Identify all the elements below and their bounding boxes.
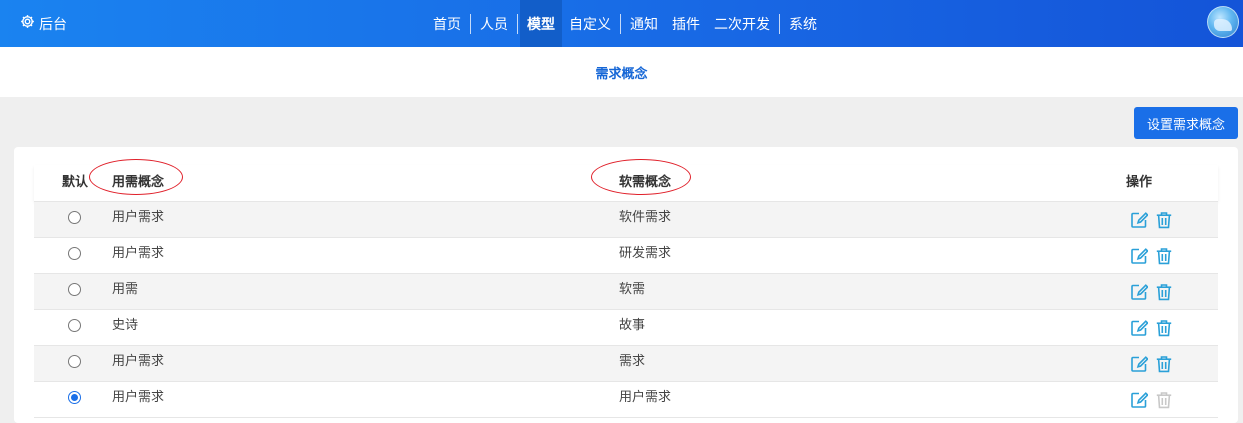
nav-item-home[interactable]: 首页: [426, 0, 468, 47]
default-radio[interactable]: [68, 211, 81, 224]
column-header-actions: 操作: [1126, 175, 1153, 190]
avatar-image: [1214, 19, 1232, 31]
brand-label: 后台: [39, 16, 67, 33]
nav-item-system[interactable]: 系统: [782, 0, 824, 47]
table-row: 用户需求 软件需求: [34, 201, 1218, 237]
nav-item-secondary-dev[interactable]: 二次开发: [707, 0, 777, 47]
user-concept-cell: 用户需求: [112, 246, 165, 261]
brand-link[interactable]: 后台: [20, 0, 67, 47]
gear-icon: [20, 14, 35, 33]
edit-icon[interactable]: [1130, 355, 1149, 373]
default-radio[interactable]: [68, 283, 81, 296]
nav-item-people[interactable]: 人员: [473, 0, 515, 47]
software-concept-cell: 软需: [619, 282, 646, 297]
default-radio[interactable]: [68, 391, 81, 404]
table-row: 用需 软需: [34, 273, 1218, 309]
software-concept-cell: 需求: [619, 354, 646, 369]
edit-icon[interactable]: [1130, 247, 1149, 265]
user-concept-cell: 史诗: [112, 318, 139, 333]
top-navigation-bar: 后台 首页 人员 模型 自定义 通知 插件 二次开发 系统: [0, 0, 1243, 47]
nav-divider: [779, 13, 780, 34]
default-radio[interactable]: [68, 355, 81, 368]
main-nav: 首页 人员 模型 自定义 通知 插件 二次开发 系统: [426, 0, 824, 47]
avatar[interactable]: [1207, 6, 1239, 38]
table-row: 史诗 故事: [34, 309, 1218, 345]
edit-icon[interactable]: [1130, 391, 1149, 409]
trash-icon[interactable]: [1155, 355, 1173, 373]
page-title: 需求概念: [595, 66, 648, 82]
user-concept-cell: 用户需求: [112, 390, 165, 405]
nav-divider: [470, 13, 471, 34]
nav-item-custom[interactable]: 自定义: [562, 0, 618, 47]
software-concept-cell: 研发需求: [619, 246, 672, 261]
edit-icon[interactable]: [1130, 319, 1149, 337]
nav-item-plugin[interactable]: 插件: [665, 0, 707, 47]
trash-icon[interactable]: [1155, 283, 1173, 301]
column-header-default: 默认: [62, 175, 89, 190]
nav-divider: [517, 13, 518, 34]
trash-icon: [1155, 391, 1173, 409]
nav-item-model[interactable]: 模型: [520, 0, 562, 47]
table-row: 用户需求 需求: [34, 345, 1218, 381]
table-body: 用户需求 软件需求 用户需求 研发需求 用需 软需 史诗 故事 用户需求 需求 用户需求 用户需求: [34, 201, 1218, 418]
software-concept-cell: 用户需求: [619, 390, 672, 405]
user-concept-cell: 用户需求: [112, 210, 165, 225]
nav-divider: [620, 13, 621, 34]
nav-item-notification[interactable]: 通知: [623, 0, 665, 47]
default-radio[interactable]: [68, 247, 81, 260]
trash-icon[interactable]: [1155, 319, 1173, 337]
trash-icon[interactable]: [1155, 247, 1173, 265]
concept-table-card: 默认 用需概念 软需概念 操作 用户需求 软件需求 用户需求 研发需求 用需 软需 史诗 故事…: [14, 147, 1238, 423]
page-title-band: 需求概念: [0, 47, 1243, 97]
user-concept-cell: 用需: [112, 282, 139, 297]
trash-icon[interactable]: [1155, 211, 1173, 229]
table-row: 用户需求 研发需求: [34, 237, 1218, 273]
software-concept-cell: 软件需求: [619, 210, 672, 225]
table-header: 默认 用需概念 软需概念 操作: [34, 159, 1218, 201]
edit-icon[interactable]: [1130, 211, 1149, 229]
default-radio[interactable]: [68, 319, 81, 332]
software-concept-cell: 故事: [619, 318, 646, 333]
table-row: 用户需求 用户需求: [34, 381, 1218, 418]
annotation-circle: [89, 159, 183, 195]
annotation-circle: [591, 159, 691, 195]
set-requirement-concept-button[interactable]: 设置需求概念: [1134, 107, 1238, 139]
user-concept-cell: 用户需求: [112, 354, 165, 369]
edit-icon[interactable]: [1130, 283, 1149, 301]
